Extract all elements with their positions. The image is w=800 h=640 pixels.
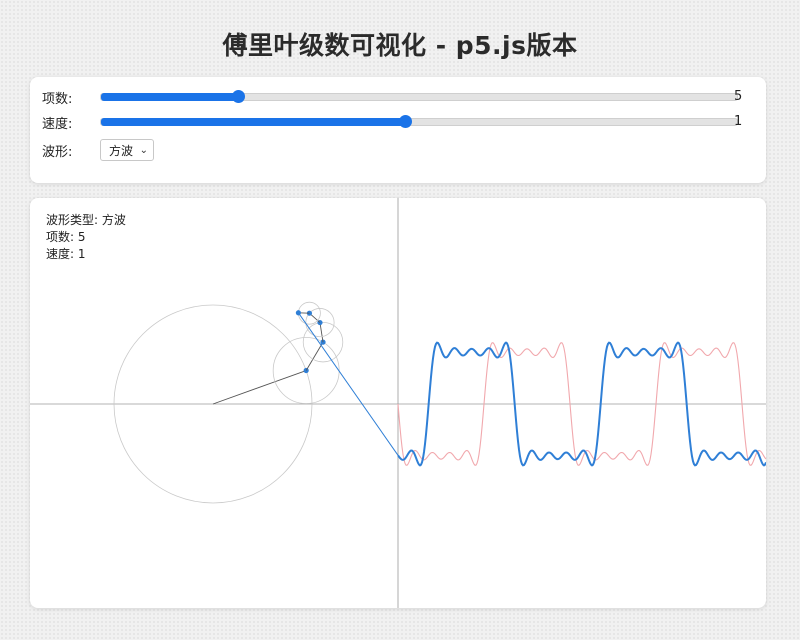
speed-slider[interactable] [100,115,738,128]
waveform-label: 波形: [42,144,73,160]
epicycle-radius [319,322,324,343]
waveform-row: 波形: 方波 ⌄ [42,139,154,161]
canvas-info: 波形类型: 方波 项数: 5 速度: 1 [46,212,126,263]
canvas-card: 波形类型: 方波 项数: 5 速度: 1 [30,198,766,608]
waves-group [297,312,766,467]
chevron-down-icon: ⌄ [139,144,148,156]
epicycles-group [113,301,344,504]
control-panel: 项数: 5 速度: 1 波形: 方波 ⌄ [30,77,766,183]
speed-label: 速度: [42,116,73,132]
page-title: 傅里叶级数可视化 - p5.js版本 [222,31,578,60]
info-terms: 项数: 5 [46,230,86,244]
terms-label: 项数: [42,91,73,107]
info-speed: 速度: 1 [46,247,86,261]
speed-value: 1 [734,114,743,129]
terms-slider-fill [101,93,238,101]
info-waveform: 波形类型: 方波 [46,213,126,227]
epicycle-radius [212,370,307,405]
connector-line [297,312,399,456]
waveform-select-value: 方波 [109,143,134,158]
fourier-canvas [30,198,766,608]
speed-slider-thumb[interactable] [399,115,412,128]
speed-row: 速度: [42,112,738,132]
terms-value: 5 [734,89,743,104]
waveform-select[interactable]: 方波 ⌄ [100,139,154,161]
speed-slider-fill [101,118,405,126]
terms-slider[interactable] [100,90,738,103]
terms-slider-thumb[interactable] [231,90,245,103]
terms-row: 项数: [42,87,738,107]
